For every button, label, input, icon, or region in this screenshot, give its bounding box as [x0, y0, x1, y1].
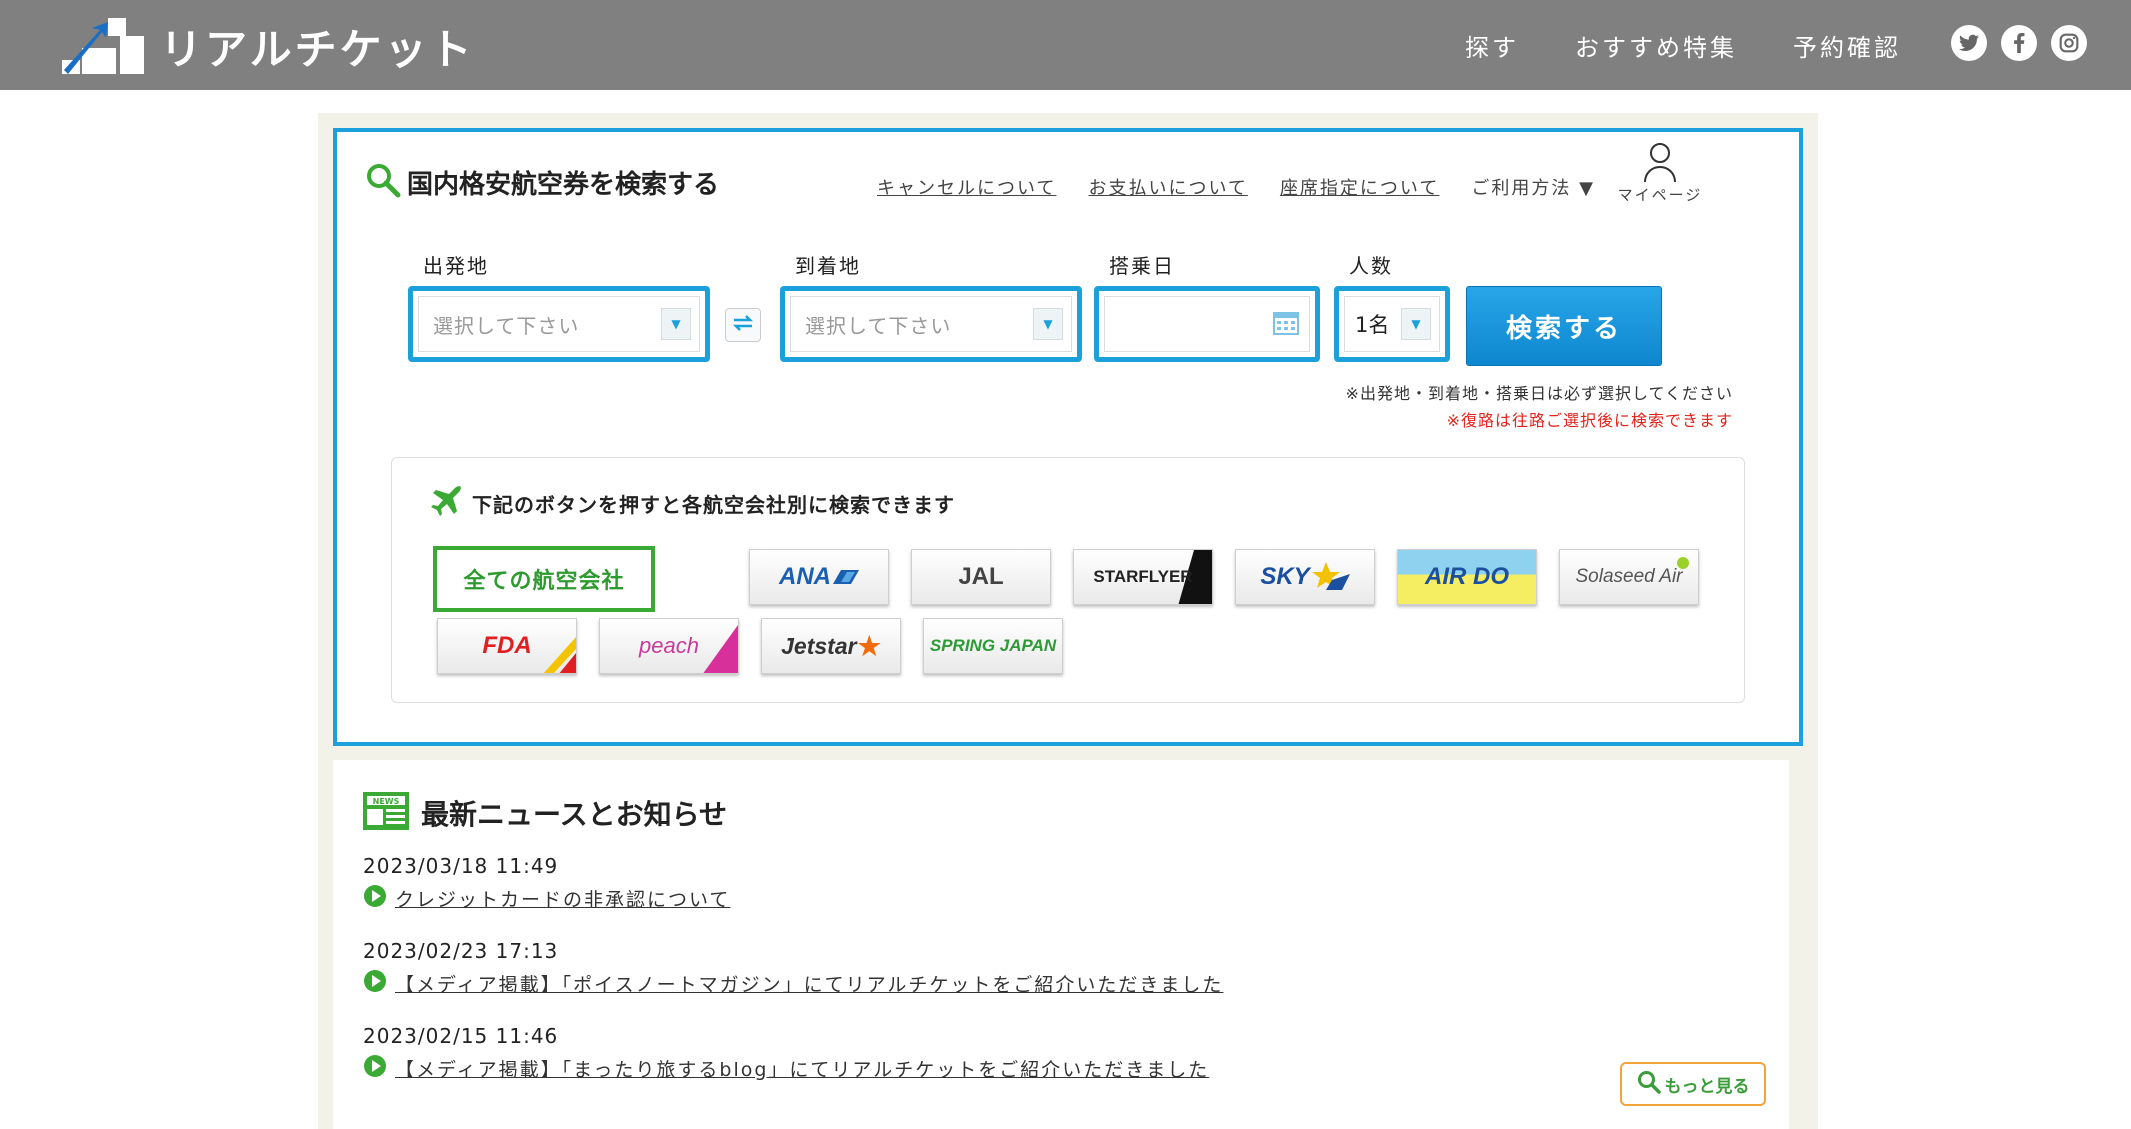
link-payment[interactable]: お支払いについて [1088, 174, 1247, 200]
airline-starflyer-label: STARFLYER [1093, 567, 1193, 586]
airline-sky-label: SKY [1260, 563, 1310, 590]
instagram-icon[interactable] [2051, 25, 2087, 61]
airline-airdo-label: AIR DO [1425, 563, 1509, 590]
airline-solaseed-label: Solaseed Air [1575, 566, 1683, 587]
news-date: 2023/02/23 17:13 [363, 939, 559, 963]
people-select[interactable]: 1名 ▼ [1334, 286, 1450, 362]
news-title: 最新ニュースとお知らせ [421, 798, 728, 831]
airline-springjapan-label: SPRING JAPAN [929, 636, 1057, 655]
airline-selector: 下記のボタンを押すと各航空会社別に検索できます 全ての航空会社 ANA JAL … [391, 457, 1745, 703]
news-panel: NEWS 最新ニュースとお知らせ 2023/03/18 11:49 クレジットカ… [333, 760, 1789, 1129]
play-circle-icon [363, 969, 387, 997]
airline-ana-label: ANA [779, 563, 831, 590]
arrival-select[interactable]: 選択して下さい ▼ [780, 286, 1082, 362]
nav-features[interactable]: おすすめ特集 [1575, 28, 1737, 63]
site-header: リアルチケット 探す おすすめ特集 予約確認 [0, 0, 2131, 90]
nav-search[interactable]: 探す [1465, 28, 1519, 63]
airline-sky-button[interactable]: SKY [1235, 549, 1375, 605]
required-note: ※出発地・到着地・搭乗日は必ず選択してください [1345, 384, 1733, 403]
news-link[interactable]: 【メディア掲載】「ポイスノートマガジン」にてリアルチケットをご紹介いただきました [395, 970, 1223, 997]
airline-jetstar-label: Jetstar [781, 632, 857, 659]
search-heading: 国内格安航空券を検索する [365, 162, 719, 202]
play-circle-icon [363, 884, 387, 912]
airline-jal-label: JAL [958, 563, 1004, 590]
search-icon [365, 162, 401, 202]
calendar-icon [1273, 309, 1299, 339]
link-cancel[interactable]: キャンセルについて [877, 174, 1056, 200]
chevron-down-icon: ▼ [661, 308, 691, 340]
swap-button[interactable] [725, 308, 761, 342]
jetstar-star-icon: ★ [857, 630, 881, 661]
usage-dropdown[interactable]: ご利用方法 ▼ [1471, 174, 1595, 200]
play-circle-icon [363, 1054, 387, 1082]
more-news-button[interactable]: もっと見る [1620, 1062, 1766, 1106]
airline-solaseed-button[interactable]: Solaseed Air [1559, 549, 1699, 605]
news-heading: NEWS 最新ニュースとお知らせ [363, 792, 727, 834]
info-links: キャンセルについて お支払いについて 座席指定について ご利用方法 ▼ [877, 174, 1595, 200]
search-title: 国内格安航空券を検索する [407, 169, 720, 200]
social-links [1951, 25, 2087, 61]
logo-text: リアルチケット [160, 24, 475, 74]
news-item: 2023/02/23 17:13 【メディア掲載】「ポイスノートマガジン」にてリ… [363, 939, 1223, 997]
airline-jetstar-button[interactable]: Jetstar ★ [761, 618, 901, 674]
airline-peach-label: peach [639, 633, 699, 658]
search-button[interactable]: 検索する [1466, 286, 1662, 366]
arrival-label: 到着地 [795, 254, 861, 278]
people-value: 1名 [1355, 313, 1390, 337]
airline-airdo-button[interactable]: AIR DO [1397, 549, 1537, 605]
airplane-icon [430, 484, 464, 522]
news-link[interactable]: クレジットカードの非承認について [395, 885, 730, 912]
return-note: ※復路は往路ご選択後に検索できます [1446, 411, 1733, 430]
swap-arrows-icon [732, 314, 754, 336]
facebook-icon[interactable] [2001, 25, 2037, 61]
news-date: 2023/02/15 11:46 [363, 1024, 559, 1048]
all-airlines-button[interactable]: 全ての航空会社 [433, 546, 655, 612]
main-nav: 探す おすすめ特集 予約確認 [1465, 28, 1901, 63]
departure-select[interactable]: 選択して下さい ▼ [408, 286, 710, 362]
more-news-label: もっと見る [1664, 1076, 1750, 1097]
twitter-icon[interactable] [1951, 25, 1987, 61]
news-item: 2023/02/15 11:46 【メディア掲載】「まったり旅するblog」にて… [363, 1024, 1209, 1082]
flight-search-panel: 国内格安航空券を検索する キャンセルについて お支払いについて 座席指定について… [333, 128, 1803, 746]
airline-springjapan-button[interactable]: SPRING JAPAN [923, 618, 1063, 674]
departure-label: 出発地 [423, 254, 489, 278]
airline-fda-label: FDA [482, 632, 532, 659]
airline-peach-button[interactable]: peach [599, 618, 739, 674]
newspaper-icon: NEWS [363, 792, 409, 834]
chevron-down-icon: ▼ [1033, 308, 1063, 340]
nav-reservation-check[interactable]: 予約確認 [1793, 28, 1901, 63]
date-label: 搭乗日 [1109, 254, 1175, 278]
chevron-down-icon: ▼ [1401, 308, 1431, 340]
news-item: 2023/03/18 11:49 クレジットカードの非承認について [363, 854, 730, 912]
departure-placeholder: 選択して下さい [433, 313, 580, 338]
arrival-placeholder: 選択して下さい [805, 313, 952, 338]
date-input[interactable] [1094, 286, 1320, 362]
people-label: 人数 [1349, 254, 1393, 278]
airline-starflyer-button[interactable]: STARFLYER [1073, 549, 1213, 605]
airline-heading: 下記のボタンを押すと各航空会社別に検索できます [430, 484, 955, 522]
news-link[interactable]: 【メディア掲載】「まったり旅するblog」にてリアルチケットをご紹介いただきまし… [395, 1055, 1209, 1082]
logo-mark-icon [62, 18, 144, 74]
airline-ana-button[interactable]: ANA [749, 549, 889, 605]
site-logo[interactable]: リアルチケット [62, 18, 475, 74]
airline-title: 下記のボタンを押すと各航空会社別に検索できます [472, 492, 955, 517]
news-date: 2023/03/18 11:49 [363, 854, 559, 878]
search-icon [1637, 1070, 1661, 1098]
airline-jal-button[interactable]: JAL [911, 549, 1051, 605]
mypage-label: マイページ [1617, 186, 1703, 204]
link-seat[interactable]: 座席指定について [1280, 174, 1439, 200]
airline-fda-button[interactable]: FDA [437, 618, 577, 674]
mypage-button[interactable]: マイページ [1615, 142, 1705, 205]
news-badge-text: NEWS [373, 797, 400, 806]
